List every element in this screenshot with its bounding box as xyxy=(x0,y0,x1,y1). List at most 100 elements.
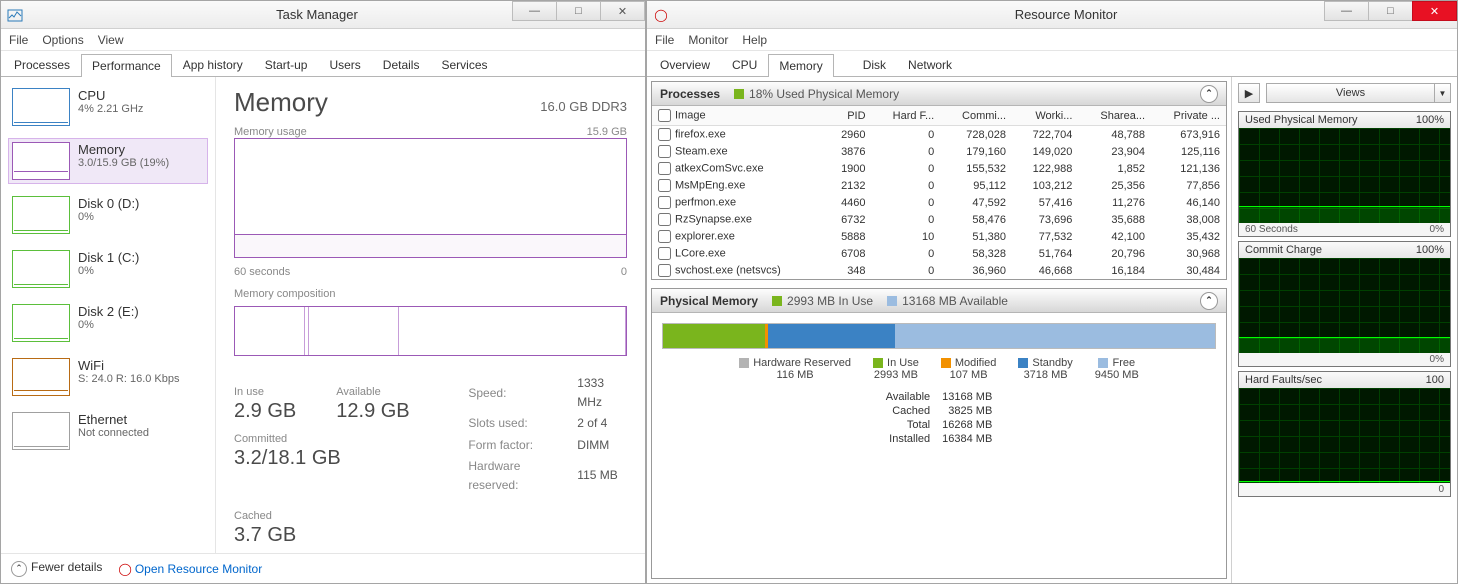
memory-detail-panel: Memory 16.0 GB DDR3 Memory usage15.9 GB … xyxy=(216,77,645,553)
col-header[interactable]: Private ... xyxy=(1151,106,1226,126)
panel-title: Processes xyxy=(660,87,720,101)
inuse-text: 2993 MB In Use xyxy=(787,294,873,308)
panel-title: Physical Memory xyxy=(660,294,758,308)
collapse-icon[interactable]: ⌃ xyxy=(1200,85,1218,103)
sidebar-item-disk-0--d--[interactable]: Disk 0 (D:)0% xyxy=(9,193,207,237)
row-checkbox[interactable] xyxy=(658,179,671,192)
minimize-button[interactable]: — xyxy=(1324,1,1369,21)
resmon-icon: ◯ xyxy=(118,562,131,576)
menu-file[interactable]: File xyxy=(9,33,28,47)
sidebar-item-title: Disk 2 (E:) xyxy=(78,304,139,319)
row-checkbox[interactable] xyxy=(658,196,671,209)
minigraph: Hard Faults/sec1000 xyxy=(1238,371,1451,497)
panel-header[interactable]: Processes 18% Used Physical Memory ⌃ xyxy=(652,82,1226,106)
memory-details-table: Speed:1333 MHz Slots used:2 of 4 Form fa… xyxy=(466,372,627,497)
fewer-details-button[interactable]: ⌃Fewer details xyxy=(11,560,102,577)
sparkline-icon xyxy=(12,304,70,342)
sidebar: CPU4% 2.21 GHz Memory3.0/15.9 GB (19%) Dis… xyxy=(1,77,216,553)
row-checkbox[interactable] xyxy=(658,264,671,277)
titlebar[interactable]: ◯ Resource Monitor — □ ✕ xyxy=(647,1,1457,29)
legend-item: Modified107 MB xyxy=(941,357,997,381)
menu-help[interactable]: Help xyxy=(742,33,767,47)
table-row[interactable]: perfmon.exe4460047,59257,41611,27646,140 xyxy=(652,194,1226,211)
composition-label: Memory composition xyxy=(234,288,335,300)
tab-network[interactable]: Network xyxy=(897,53,963,76)
legend-color-icon xyxy=(739,358,749,368)
minimize-button[interactable]: — xyxy=(512,1,557,21)
memory-usage-graph xyxy=(234,138,627,258)
table-row[interactable]: svchost.exe (netsvcs)348036,96046,66816,… xyxy=(652,262,1226,279)
menu-monitor[interactable]: Monitor xyxy=(688,33,728,47)
maximize-button[interactable]: □ xyxy=(1368,1,1413,21)
tab-overview[interactable]: Overview xyxy=(649,53,721,76)
row-checkbox[interactable] xyxy=(658,230,671,243)
table-row[interactable]: Steam.exe38760179,160149,02023,904125,11… xyxy=(652,143,1226,160)
titlebar[interactable]: Task Manager — □ ✕ xyxy=(1,1,645,29)
close-button[interactable]: ✕ xyxy=(1412,1,1457,21)
sidebar-item-cpu[interactable]: CPU4% 2.21 GHz xyxy=(9,85,207,129)
tab-users[interactable]: Users xyxy=(318,53,371,76)
col-header[interactable]: PID xyxy=(825,106,872,126)
tab-details[interactable]: Details xyxy=(372,53,431,76)
tab-performance[interactable]: Performance xyxy=(81,54,172,77)
panel-title: Memory xyxy=(234,87,328,118)
tabbar: OverviewCPUMemory DiskNetwork xyxy=(647,51,1457,77)
close-button[interactable]: ✕ xyxy=(600,1,645,21)
maximize-button[interactable]: □ xyxy=(556,1,601,21)
sidebar-item-disk-2--e--[interactable]: Disk 2 (E:)0% xyxy=(9,301,207,345)
collapse-icon[interactable]: ⌃ xyxy=(1200,292,1218,310)
sidebar-item-subtitle: 0% xyxy=(78,265,139,277)
col-header[interactable]: Sharea... xyxy=(1078,106,1151,126)
inuse-label: In use xyxy=(234,386,296,398)
sparkline-icon xyxy=(12,358,70,396)
table-row[interactable]: MsMpEng.exe2132095,112103,21225,35677,85… xyxy=(652,177,1226,194)
row-checkbox[interactable] xyxy=(658,247,671,260)
tab-memory[interactable]: Memory xyxy=(768,54,833,77)
sidebar-item-wifi[interactable]: WiFiS: 24.0 R: 16.0 Kbps xyxy=(9,355,207,399)
legend-color-icon xyxy=(941,358,951,368)
sidebar-item-memory[interactable]: Memory3.0/15.9 GB (19%) xyxy=(9,139,207,183)
row-checkbox[interactable] xyxy=(658,162,671,175)
open-resource-monitor-link[interactable]: ◯Open Resource Monitor xyxy=(118,562,262,576)
tab-start-up[interactable]: Start-up xyxy=(254,53,319,76)
sparkline-icon xyxy=(12,88,70,126)
committed-label: Committed xyxy=(234,433,341,445)
tab-disk[interactable]: Disk xyxy=(852,53,897,76)
menu-view[interactable]: View xyxy=(98,33,124,47)
panel-header[interactable]: Physical Memory 2993 MB In Use 13168 MB … xyxy=(652,289,1226,313)
sidebar-item-subtitle: 0% xyxy=(78,319,139,331)
sidebar-item-disk-1--c--[interactable]: Disk 1 (C:)0% xyxy=(9,247,207,291)
legend-color-icon xyxy=(873,358,883,368)
menu-file[interactable]: File xyxy=(655,33,674,47)
tab-app-history[interactable]: App history xyxy=(172,53,254,76)
table-row[interactable]: atkexComSvc.exe19000155,532122,9881,8521… xyxy=(652,160,1226,177)
table-row[interactable]: firefox.exe29600728,028722,70448,788673,… xyxy=(652,126,1226,144)
table-row[interactable]: RzSynapse.exe6732058,47673,69635,68838,0… xyxy=(652,211,1226,228)
col-header[interactable]: Commi... xyxy=(940,106,1012,126)
tab-cpu[interactable]: CPU xyxy=(721,53,768,76)
sidebar-item-title: Disk 0 (D:) xyxy=(78,196,139,211)
row-checkbox[interactable] xyxy=(658,213,671,226)
expand-button[interactable]: ▶ xyxy=(1238,83,1260,103)
select-all-checkbox[interactable] xyxy=(658,109,671,122)
minigraph: Used Physical Memory100%60 Seconds0% xyxy=(1238,111,1451,237)
table-row[interactable]: explorer.exe58881051,38077,53242,10035,4… xyxy=(652,228,1226,245)
sidebar-item-ethernet[interactable]: EthernetNot connected xyxy=(9,409,207,453)
tabbar: ProcessesPerformanceApp historyStart-upU… xyxy=(1,51,645,77)
col-header[interactable]: Worki... xyxy=(1012,106,1078,126)
legend-item: Standby3718 MB xyxy=(1018,357,1072,381)
resource-monitor-window: ◯ Resource Monitor — □ ✕ File Monitor Help… xyxy=(646,0,1458,584)
views-dropdown[interactable]: Views▼ xyxy=(1266,83,1451,103)
table-row[interactable]: LCore.exe6708058,32851,76420,79630,968 xyxy=(652,245,1226,262)
row-checkbox[interactable] xyxy=(658,145,671,158)
tab-services[interactable]: Services xyxy=(430,53,498,76)
menu-options[interactable]: Options xyxy=(42,33,83,47)
tab-processes[interactable]: Processes xyxy=(3,53,81,76)
sparkline-icon xyxy=(12,412,70,450)
minigraph: Commit Charge100%0% xyxy=(1238,241,1451,367)
avail-value: 12.9 GB xyxy=(336,400,409,423)
col-header[interactable]: Hard F... xyxy=(872,106,941,126)
sidebar-item-title: Memory xyxy=(78,142,169,157)
row-checkbox[interactable] xyxy=(658,128,671,141)
col-image[interactable]: Image xyxy=(652,106,825,126)
